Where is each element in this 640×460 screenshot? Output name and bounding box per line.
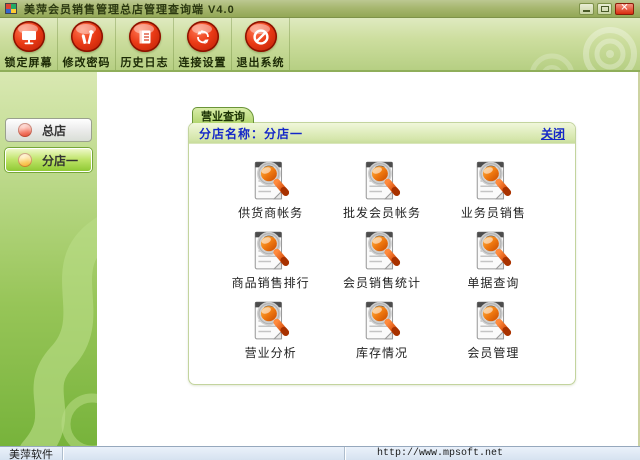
- tile-member-sales-stats[interactable]: 会员销售统计: [326, 230, 437, 291]
- tile-wholesale-member-accounts[interactable]: 批发会员帐务: [326, 160, 437, 221]
- sidebar-button-label: 分店一: [42, 152, 78, 169]
- document-magnifier-icon: [472, 160, 514, 202]
- window-controls: ✕: [579, 3, 634, 15]
- tile-label: 供货商帐务: [238, 204, 303, 221]
- close-icon: ✕: [620, 4, 628, 14]
- document-magnifier-icon: [472, 300, 514, 342]
- minimize-button[interactable]: [579, 3, 594, 15]
- orange-ball-icon: [18, 153, 32, 167]
- tile-inventory-status[interactable]: 库存情况: [326, 300, 437, 361]
- tile-label: 批发会员帐务: [343, 204, 421, 221]
- document-magnifier-icon: [361, 300, 403, 342]
- sidebar-button-branch-one[interactable]: 分店一: [5, 148, 92, 172]
- tile-business-analysis[interactable]: 营业分析: [215, 300, 326, 361]
- restore-icon: [601, 6, 609, 12]
- document-magnifier-icon: [250, 230, 292, 272]
- toolbar-button-exit-system[interactable]: 退出系统: [232, 18, 290, 70]
- tile-label: 商品销售排行: [232, 274, 310, 291]
- document-magnifier-icon: [250, 300, 292, 342]
- tile-label: 单据查询: [467, 274, 519, 291]
- query-panel: 分店名称：分店一 关闭 供货商帐务 批发会员帐务 业务员销售: [188, 122, 576, 385]
- change-password-tools-icon: [71, 21, 103, 52]
- toolbar: 锁定屏幕 修改密码 历史日志: [0, 18, 640, 72]
- lock-screen-monitor-icon: [13, 21, 45, 52]
- toolbar-label: 连接设置: [179, 54, 227, 70]
- tab-business-query[interactable]: 营业查询: [192, 107, 254, 123]
- sidebar-button-label: 总店: [42, 122, 66, 139]
- sidebar: 总店 分店一: [0, 72, 97, 446]
- sidebar-button-head-office[interactable]: 总店: [5, 118, 92, 142]
- status-bar: 美萍软件 http://www.mpsoft.net: [0, 446, 640, 460]
- connection-settings-sync-icon: A B: [187, 21, 219, 52]
- statusbar-vendor: 美萍软件: [0, 447, 63, 460]
- toolbar-label: 历史日志: [121, 54, 169, 70]
- app-logo-icon: [5, 3, 17, 14]
- toolbar-label: 退出系统: [237, 54, 285, 70]
- decorative-rings: [510, 18, 640, 72]
- minimize-icon: [583, 10, 590, 12]
- tile-label: 库存情况: [356, 344, 408, 361]
- tile-product-sales-ranking[interactable]: 商品销售排行: [215, 230, 326, 291]
- tile-label: 业务员销售: [461, 204, 526, 221]
- title-bar: 美萍会员销售管理总店管理查询端 V4.0 ✕: [0, 0, 640, 18]
- statusbar-url: http://www.mpsoft.net: [345, 447, 640, 460]
- document-magnifier-icon: [361, 230, 403, 272]
- tile-label: 营业分析: [245, 344, 297, 361]
- tile-label: 会员管理: [467, 344, 519, 361]
- query-grid: 供货商帐务 批发会员帐务 业务员销售 商品销售排行 会员销售统计: [189, 144, 575, 361]
- document-magnifier-icon: [250, 160, 292, 202]
- document-magnifier-icon: [472, 230, 514, 272]
- branch-name-title: 分店名称：分店一: [199, 125, 303, 142]
- red-ball-icon: [18, 123, 32, 137]
- statusbar-spacer: [63, 447, 345, 460]
- toolbar-label: 修改密码: [63, 54, 111, 70]
- close-button[interactable]: ✕: [615, 3, 634, 15]
- history-log-book-icon: [129, 21, 161, 52]
- toolbar-button-connection-settings[interactable]: A B 连接设置: [174, 18, 232, 70]
- tile-salesperson-sales[interactable]: 业务员销售: [438, 160, 549, 221]
- tile-member-management[interactable]: 会员管理: [438, 300, 549, 361]
- toolbar-button-history-log[interactable]: 历史日志: [116, 18, 174, 70]
- window-title: 美萍会员销售管理总店管理查询端 V4.0: [24, 1, 235, 17]
- document-magnifier-icon: [361, 160, 403, 202]
- restore-button[interactable]: [597, 3, 612, 15]
- toolbar-label: 锁定屏幕: [5, 54, 53, 70]
- toolbar-button-change-password[interactable]: 修改密码: [58, 18, 116, 70]
- exit-system-prohibition-icon: [245, 21, 277, 52]
- app-window: 美萍会员销售管理总店管理查询端 V4.0 ✕ 锁定屏幕: [0, 0, 640, 460]
- main-content: 营业查询 分店名称：分店一 关闭 供货商帐务 批发会员帐务 业务员销售: [97, 72, 640, 446]
- tile-document-query[interactable]: 单据查询: [438, 230, 549, 291]
- tile-label: 会员销售统计: [343, 274, 421, 291]
- tile-supplier-accounts[interactable]: 供货商帐务: [215, 160, 326, 221]
- panel-header: 分店名称：分店一 关闭: [189, 123, 575, 144]
- toolbar-button-lock-screen[interactable]: 锁定屏幕: [0, 18, 58, 70]
- close-link[interactable]: 关闭: [541, 125, 565, 142]
